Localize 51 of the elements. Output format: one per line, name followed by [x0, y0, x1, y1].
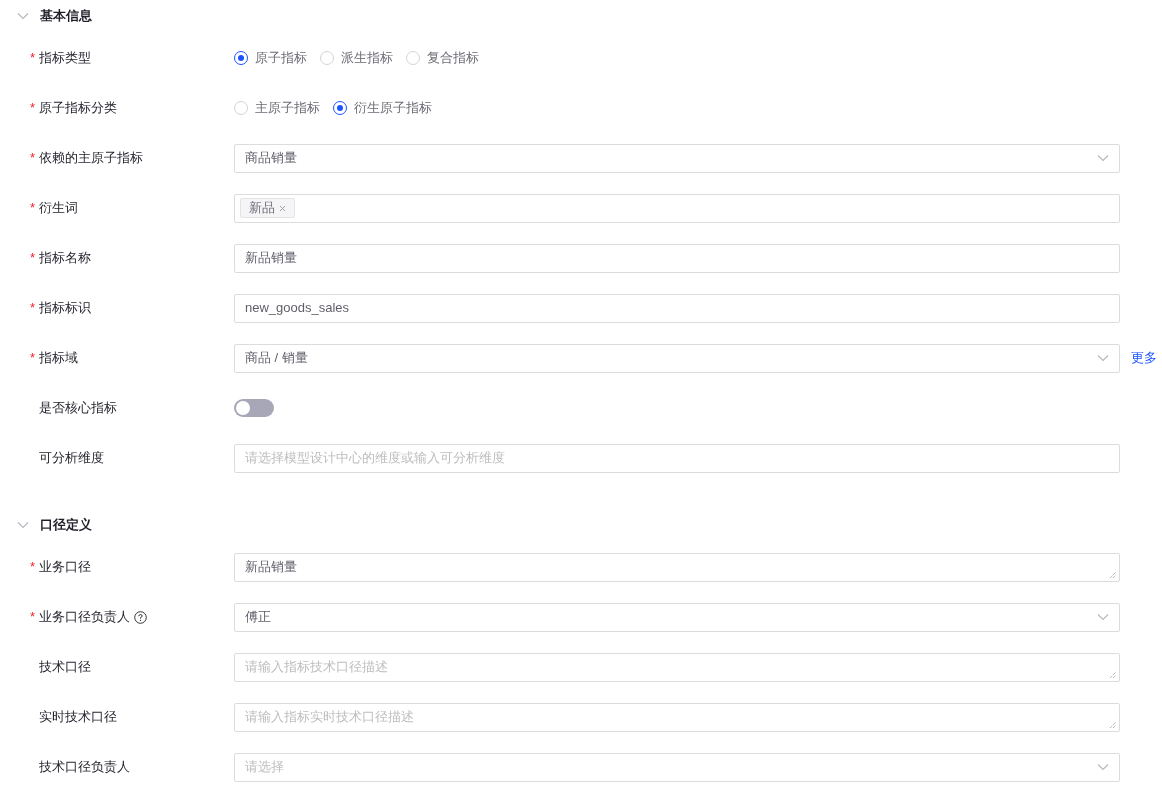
chevron-down-icon	[1097, 613, 1109, 621]
select-field[interactable]: 商品 / 销量	[234, 343, 1120, 373]
chevron-down-icon	[1097, 354, 1109, 362]
field-label: 业务口径	[39, 558, 91, 577]
field-label: 指标标识	[39, 299, 91, 318]
required-asterisk: *	[30, 250, 36, 266]
field-label: 业务口径负责人	[39, 608, 130, 627]
field-label: 技术口径负责人	[39, 758, 130, 777]
select-field[interactable]: 商品销量	[234, 143, 1120, 173]
radio-label[interactable]: 复合指标	[427, 48, 479, 68]
help-icon[interactable]	[134, 610, 147, 624]
field-label: 实时技术口径	[39, 708, 117, 727]
required-asterisk: *	[30, 559, 36, 575]
field-label: 可分析维度	[39, 449, 104, 468]
input-field[interactable]: new_goods_sales	[234, 293, 1120, 323]
required-asterisk: *	[30, 300, 36, 316]
tag-input-field[interactable]: 新品	[234, 193, 1120, 223]
field-label: 指标名称	[39, 249, 91, 268]
field-label: 依赖的主原子指标	[39, 149, 143, 168]
close-icon[interactable]	[279, 204, 286, 212]
radio-label[interactable]: 原子指标	[255, 48, 307, 68]
section-title: 口径定义	[40, 516, 92, 535]
textarea-field[interactable]: 新品销量	[234, 552, 1120, 582]
chevron-down-icon[interactable]	[17, 12, 29, 20]
resize-handle-icon[interactable]	[1109, 570, 1117, 579]
resize-handle-icon[interactable]	[1109, 670, 1117, 679]
field-label: 原子指标分类	[39, 99, 117, 118]
radio-label[interactable]: 主原子指标	[255, 98, 320, 118]
required-asterisk: *	[30, 50, 36, 66]
radio-label[interactable]: 派生指标	[341, 48, 393, 68]
toggle-switch[interactable]	[234, 399, 274, 417]
radio-label[interactable]: 衍生原子指标	[354, 98, 432, 118]
field-label: 指标类型	[39, 49, 91, 68]
required-asterisk: *	[30, 100, 36, 116]
resize-handle-icon[interactable]	[1109, 720, 1117, 729]
tag: 新品	[240, 198, 295, 218]
required-asterisk: *	[30, 200, 36, 216]
required-asterisk: *	[30, 150, 36, 166]
field-label: 指标域	[39, 349, 78, 368]
chevron-down-icon[interactable]	[17, 521, 29, 529]
input-field[interactable]: 新品销量	[234, 243, 1120, 273]
field-label: 衍生词	[39, 199, 78, 218]
required-asterisk: *	[30, 609, 36, 625]
select-field[interactable]: 傅正	[234, 602, 1120, 632]
field-label: 是否核心指标	[39, 399, 117, 418]
chevron-down-icon	[1097, 763, 1109, 771]
chevron-down-icon	[1097, 154, 1109, 162]
required-asterisk: *	[30, 350, 36, 366]
more-link[interactable]: 更多	[1131, 348, 1157, 368]
field-label: 技术口径	[39, 658, 91, 677]
section-title: 基本信息	[40, 7, 92, 26]
